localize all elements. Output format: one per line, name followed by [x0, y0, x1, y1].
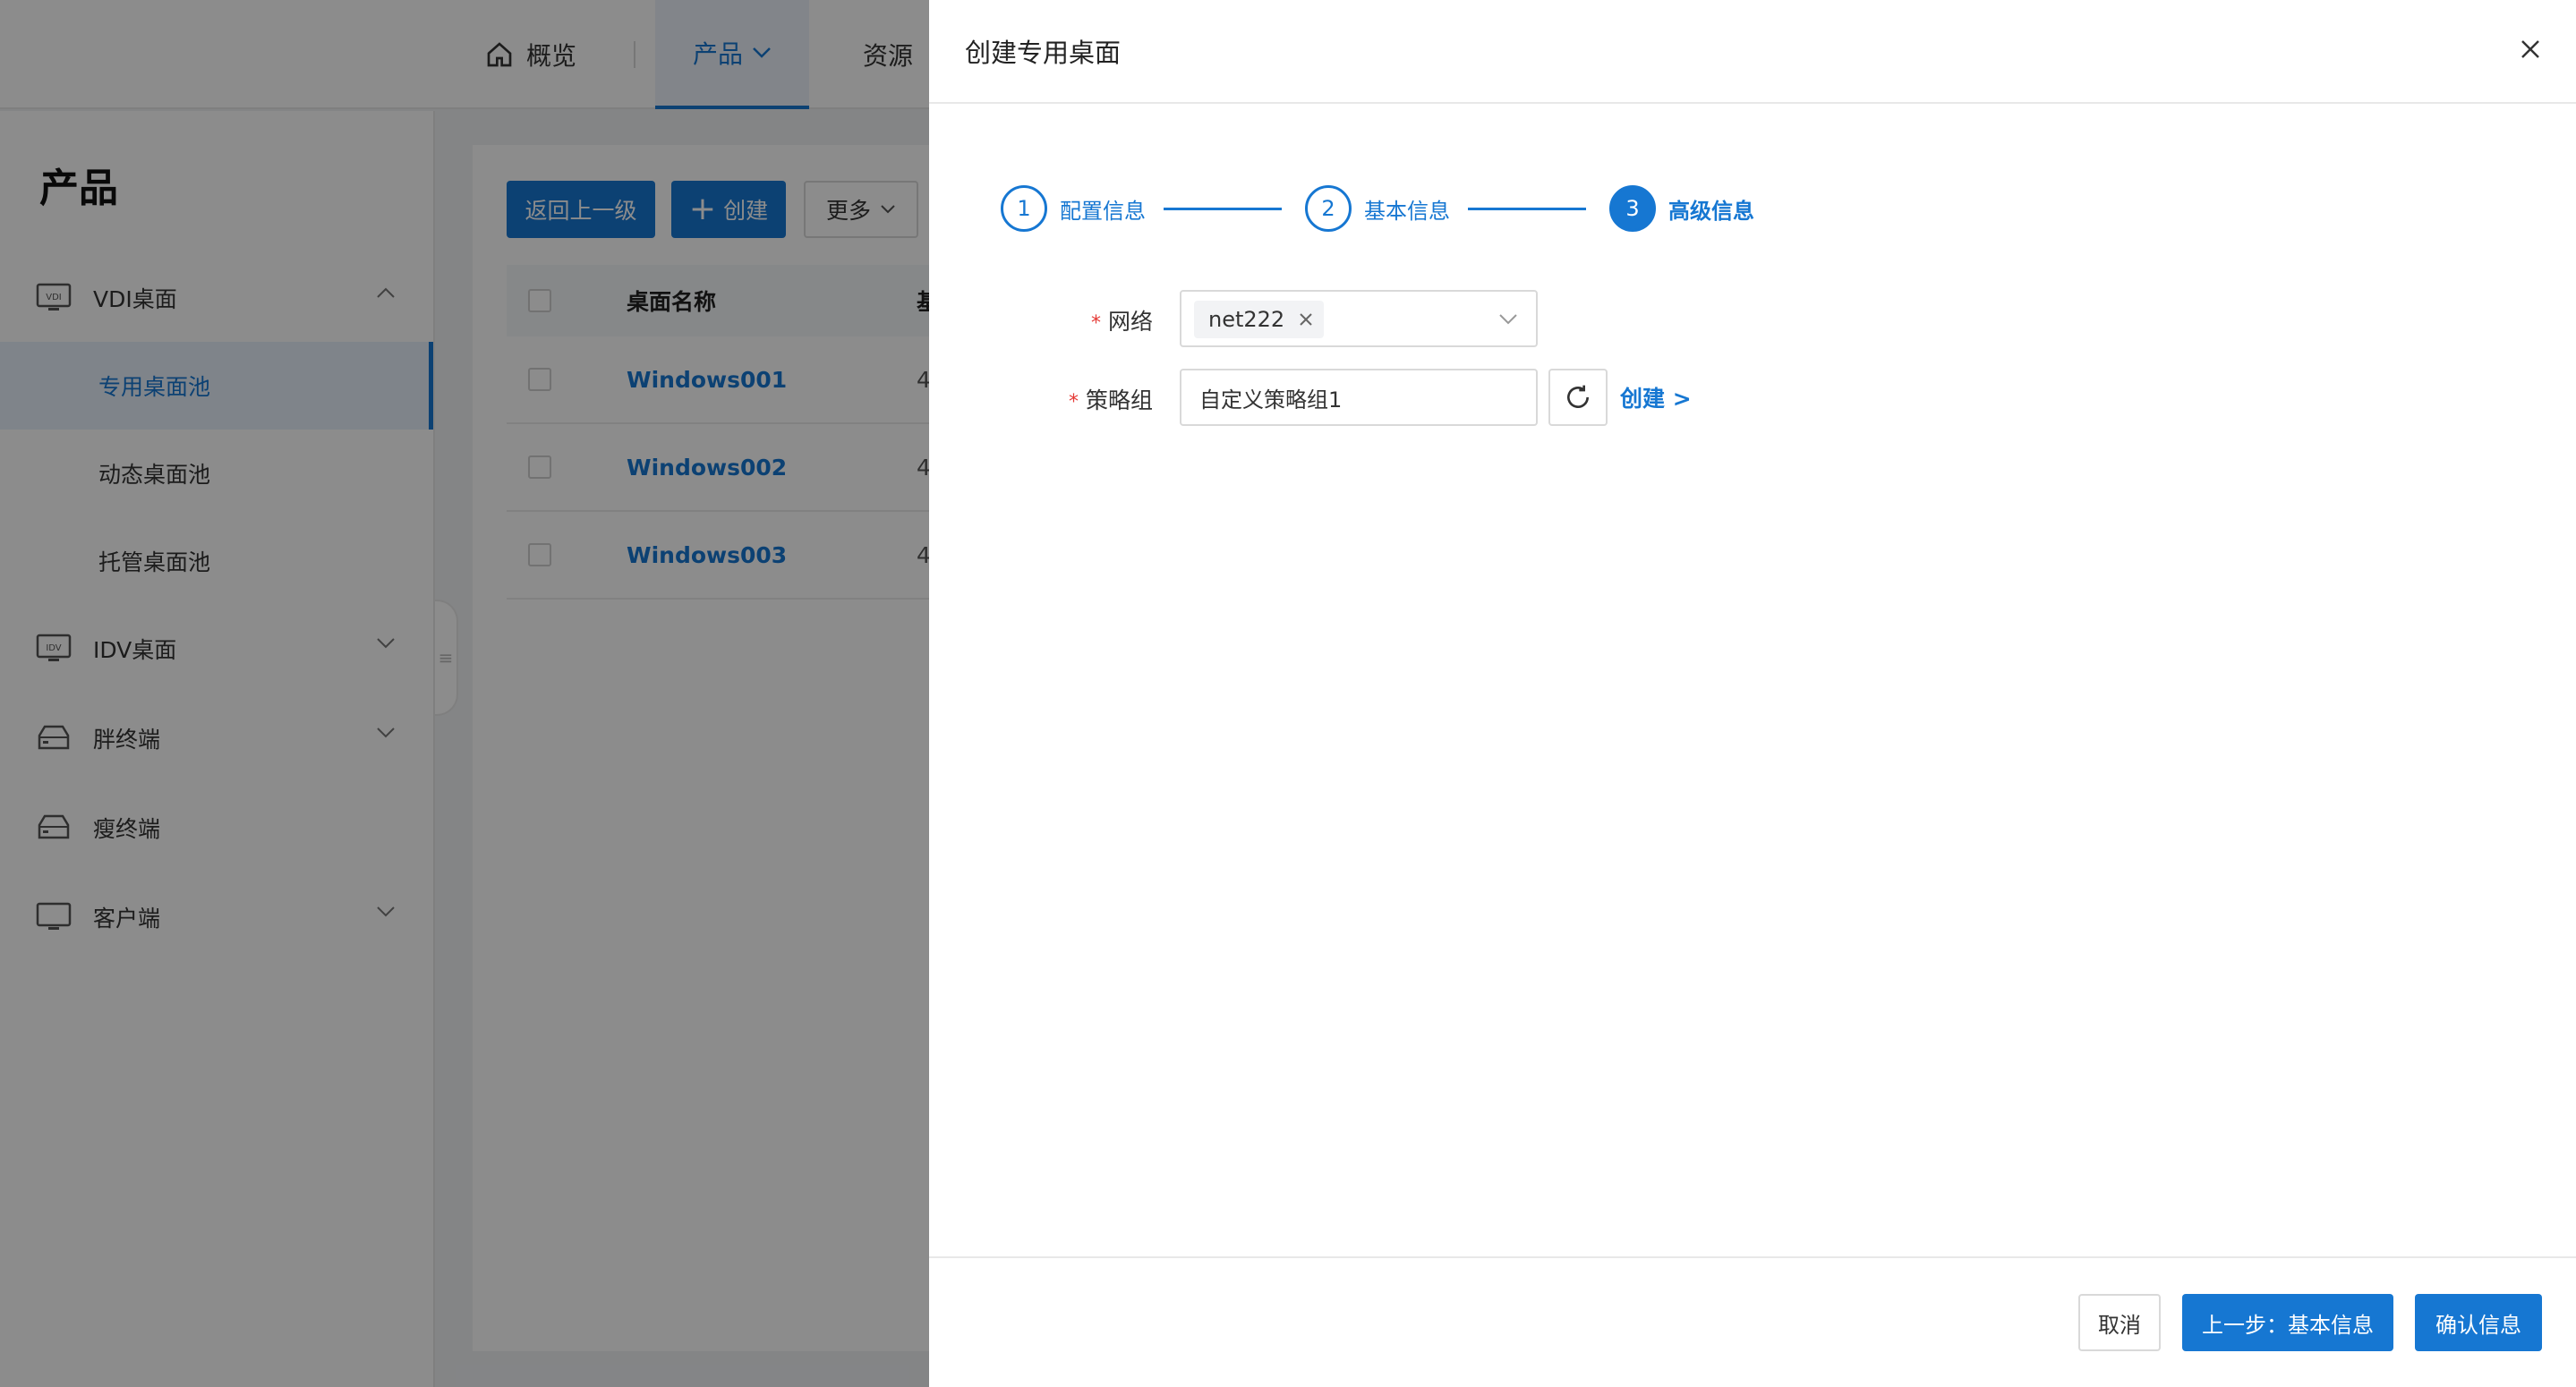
drawer-footer: 取消 上一步：基本信息 确认信息 — [929, 1256, 2576, 1387]
refresh-button[interactable] — [1548, 369, 1608, 426]
required-marker: * — [1090, 312, 1101, 335]
drawer-title: 创建专用桌面 — [965, 38, 1122, 68]
policy-group-label-text: 策略组 — [1085, 387, 1153, 413]
close-button[interactable] — [2517, 36, 2544, 63]
chevron-down-icon — [1499, 314, 1517, 325]
close-icon — [2521, 40, 2539, 58]
step-advanced-info: 3 高级信息 — [1609, 184, 1754, 233]
required-marker: * — [1068, 391, 1079, 413]
tag-remove-button[interactable] — [1299, 312, 1313, 327]
step-number: 2 — [1305, 185, 1352, 232]
network-tag: net222 — [1194, 301, 1325, 338]
step-config-info: 1 配置信息 — [1001, 184, 1146, 233]
drawer-header: 创建专用桌面 — [929, 0, 2576, 104]
close-icon — [1300, 313, 1312, 326]
network-label: * 网络 — [1001, 304, 1153, 336]
step-label: 高级信息 — [1668, 198, 1754, 224]
previous-step-button[interactable]: 上一步：基本信息 — [2182, 1294, 2393, 1351]
create-desktop-drawer: 创建专用桌面 1 配置信息 2 基本信息 3 高级信息 * 网络 net222 *… — [929, 0, 2576, 1387]
step-basic-info: 2 基本信息 — [1305, 184, 1450, 233]
policy-group-value: 自定义策略组1 — [1199, 387, 1343, 413]
step-label: 配置信息 — [1060, 198, 1146, 224]
step-number: 3 — [1609, 185, 1656, 232]
policy-group-select[interactable]: 自定义策略组1 — [1180, 369, 1538, 426]
policy-group-label: * 策略组 — [1001, 383, 1153, 415]
step-connector — [1164, 208, 1282, 210]
step-connector — [1468, 208, 1586, 210]
cancel-button[interactable]: 取消 — [2078, 1294, 2161, 1351]
step-label: 基本信息 — [1364, 198, 1450, 224]
network-select[interactable]: net222 — [1180, 290, 1538, 347]
create-policy-link[interactable]: 创建 > — [1620, 381, 1692, 413]
step-number: 1 — [1001, 185, 1047, 232]
confirm-button[interactable]: 确认信息 — [2415, 1294, 2542, 1351]
network-tag-label: net222 — [1208, 307, 1285, 332]
network-label-text: 网络 — [1107, 309, 1153, 335]
refresh-icon — [1567, 385, 1589, 408]
